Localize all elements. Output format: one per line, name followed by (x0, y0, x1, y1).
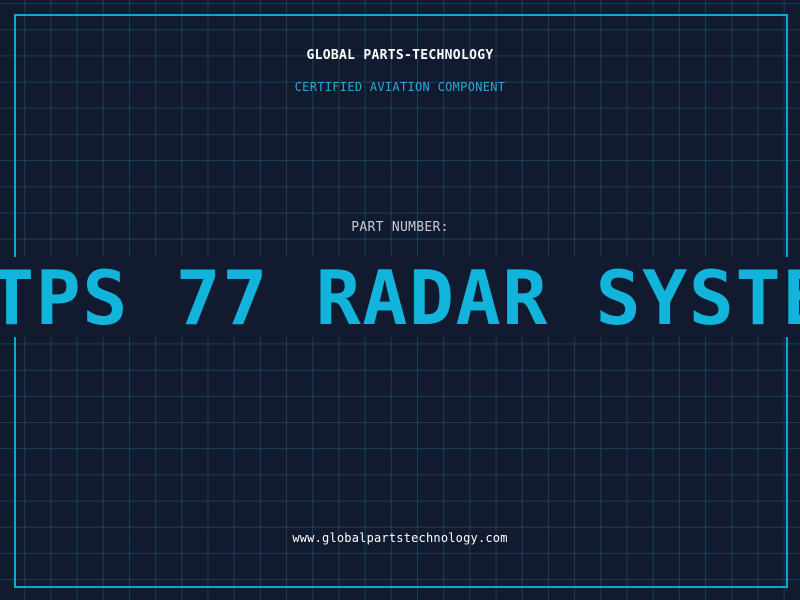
part-number-value: TPS 77 RADAR SYSTEM (0, 254, 800, 342)
website-url: www.globalpartstechnology.com (292, 531, 508, 545)
company-name: GLOBAL PARTS-TECHNOLOGY (306, 48, 494, 63)
placard-canvas: GLOBAL PARTS-TECHNOLOGY CERTIFIED AVIATI… (0, 0, 800, 600)
company-tagline: CERTIFIED AVIATION COMPONENT (294, 80, 506, 94)
part-number-label: PART NUMBER: (351, 220, 449, 235)
